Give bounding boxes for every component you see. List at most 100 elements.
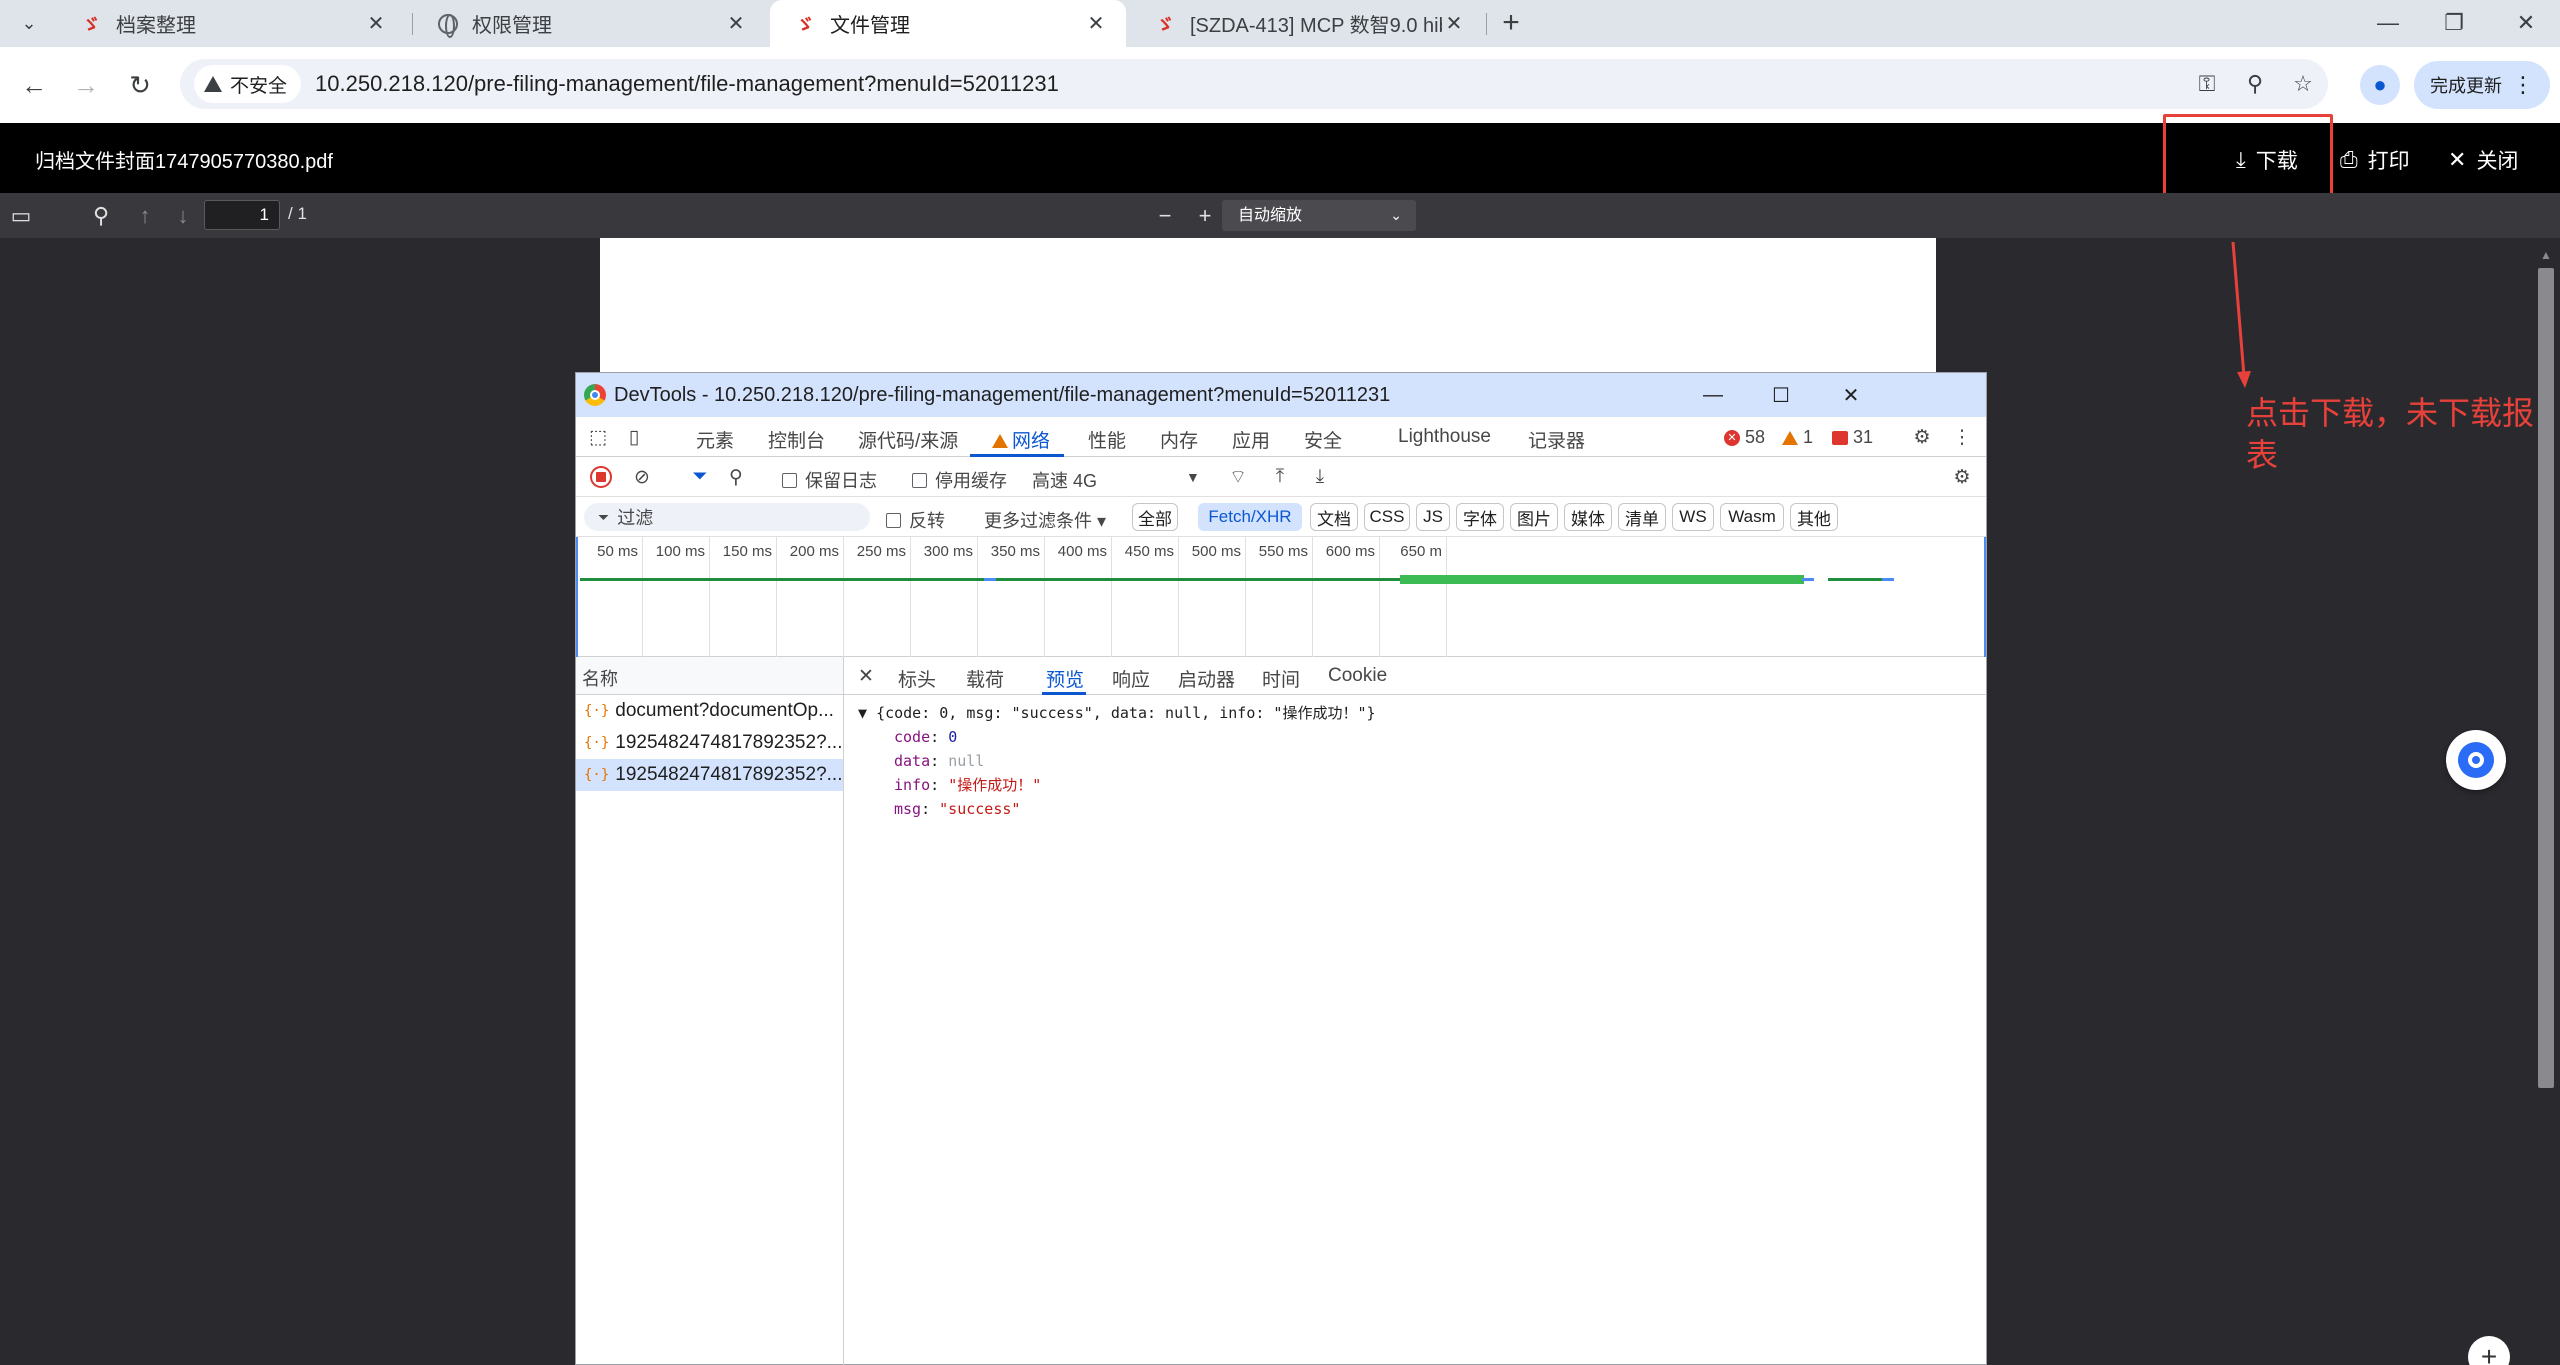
browser-tab-3[interactable]: ゞ 文件管理 ✕ [770, 0, 1126, 47]
filter-chip-js[interactable]: JS [1416, 503, 1450, 531]
site-security-chip[interactable]: 不安全 [194, 65, 302, 103]
detail-tab-timing[interactable]: 时间 [1262, 665, 1300, 692]
invert-checkbox[interactable]: 反转 [886, 507, 945, 533]
filter-chip-font[interactable]: 字体 [1456, 503, 1504, 531]
detail-tab-preview[interactable]: 预览 [1046, 665, 1084, 692]
request-row[interactable]: {·} 1925482474817892352?... [576, 727, 843, 759]
omnibox[interactable]: 不安全 10.250.218.120/pre-filing-management… [180, 59, 2328, 109]
filter-chip-wasm[interactable]: Wasm [1720, 503, 1784, 531]
devtools-tab-sources[interactable]: 源代码/来源 [858, 426, 958, 453]
key-icon[interactable]: ⚿ [2192, 69, 2222, 99]
filter-chip-ws[interactable]: WS [1672, 503, 1714, 531]
filter-chip-fetch-xhr[interactable]: Fetch/XHR [1198, 503, 1302, 531]
pdf-close-button[interactable]: ✕ 关闭 [2448, 145, 2518, 175]
url-text[interactable]: 10.250.218.120/pre-filing-management/fil… [315, 71, 1059, 97]
detail-tab-cookie[interactable]: Cookie [1328, 665, 1387, 687]
preserve-log-checkbox[interactable]: 保留日志 [782, 467, 877, 493]
browser-tab-2[interactable]: 权限管理 ✕ [414, 0, 766, 47]
search-icon[interactable]: ⚲ [722, 463, 750, 491]
stop-recording-button[interactable] [590, 466, 612, 488]
more-filters-dropdown[interactable]: 更多过滤条件 ▾ [984, 507, 1106, 533]
browser-tab-1[interactable]: ゞ 档案整理 ✕ [56, 0, 406, 47]
scrollbar-thumb[interactable] [2538, 268, 2554, 1088]
detail-tab-initiator[interactable]: 启动器 [1178, 665, 1235, 692]
devtools-minimize-button[interactable]: — [1688, 379, 1738, 411]
network-timeline[interactable]: 50 ms 100 ms 150 ms 200 ms 250 ms 300 ms 350 m… [576, 537, 1986, 657]
scroll-up-icon[interactable]: ▲ [2540, 248, 2552, 262]
print-button[interactable]: ⎙ 打印 [2340, 145, 2410, 175]
devtools-tab-security[interactable]: 安全 [1304, 426, 1342, 453]
upload-icon[interactable]: ⤒ [1266, 463, 1294, 491]
download-icon[interactable]: ⤓ [1306, 463, 1334, 491]
request-list-header[interactable]: 名称 [576, 657, 843, 695]
close-icon[interactable]: ✕ [724, 11, 748, 36]
filter-chip-media[interactable]: 媒体 [1564, 503, 1612, 531]
network-conditions-icon[interactable]: ⌔ [1224, 463, 1252, 491]
zoom-select[interactable]: 自动缩放 ⌄ [1222, 200, 1416, 231]
close-icon[interactable]: ✕ [1442, 11, 1466, 36]
request-row-selected[interactable]: {·} 1925482474817892352?... [576, 759, 843, 791]
devtools-maximize-button[interactable]: ☐ [1756, 379, 1806, 411]
arrow-down-icon[interactable]: ↓ [168, 201, 198, 231]
assistant-float-button[interactable] [2446, 730, 2506, 790]
close-icon[interactable]: ✕ [1084, 11, 1108, 36]
gear-icon[interactable]: ⚙ [1908, 423, 1936, 451]
restore-button[interactable]: ❐ [2424, 4, 2484, 42]
arrow-up-icon[interactable]: ↑ [130, 201, 160, 231]
devtools-tab-lighthouse[interactable]: Lighthouse [1398, 426, 1491, 448]
zoom-out-icon[interactable]: − [1150, 201, 1180, 231]
detail-tab-response[interactable]: 响应 [1112, 665, 1150, 692]
browser-tab-4[interactable]: ゞ [SZDA-413] MCP 数智9.0 hibi ✕ [1130, 0, 1484, 47]
devtools-tab-application[interactable]: 应用 [1232, 426, 1270, 453]
message-count-badge[interactable]: 31 [1832, 427, 1873, 448]
json-preview[interactable]: ▼ {code: 0, msg: "success", data: null, … [844, 695, 1986, 821]
gear-icon[interactable]: ⚙ [1948, 463, 1976, 491]
tab-search-button[interactable]: ⌄ [12, 8, 46, 38]
filter-chip-all[interactable]: 全部 [1132, 503, 1178, 531]
minimize-button[interactable]: — [2358, 4, 2418, 42]
update-button[interactable]: 完成更新 ⋮ [2414, 61, 2550, 109]
devtools-close-button[interactable]: ✕ [1826, 379, 1876, 411]
reload-button[interactable]: ↻ [122, 67, 158, 103]
close-icon[interactable]: ✕ [364, 11, 388, 36]
back-button[interactable]: ← [16, 67, 52, 103]
request-row[interactable]: {·} document?documentOp... [576, 695, 843, 727]
devtools-tab-recorder[interactable]: 记录器 [1528, 426, 1585, 453]
filter-chip-img[interactable]: 图片 [1510, 503, 1558, 531]
devtools-tab-network[interactable]: 网络 [992, 426, 1050, 453]
profile-avatar[interactable]: ● [2360, 65, 2400, 105]
filter-input[interactable]: ⏷ 过滤 [584, 503, 870, 531]
search-icon[interactable]: ⚲ [86, 201, 116, 231]
device-toolbar-icon[interactable]: ▯ [620, 423, 648, 451]
sidebar-toggle-icon[interactable]: ▭ [6, 201, 36, 231]
devtools-tab-elements[interactable]: 元素 [696, 426, 734, 453]
filter-chip-other[interactable]: 其他 [1790, 503, 1838, 531]
filter-chip-css[interactable]: CSS [1364, 503, 1410, 531]
chevron-down-icon: ⌄ [1390, 207, 1402, 223]
detail-tab-headers[interactable]: 标头 [898, 665, 936, 692]
inspect-element-icon[interactable]: ⬚ [584, 423, 612, 451]
json-value: "操作成功！" [948, 776, 1042, 794]
devtools-tab-console[interactable]: 控制台 [768, 426, 825, 453]
throttling-select[interactable]: 高速 4G [1032, 467, 1097, 493]
more-vert-icon[interactable]: ⋮ [1948, 423, 1976, 451]
devtools-tab-performance[interactable]: 性能 [1088, 426, 1126, 453]
error-count-badge[interactable]: ✕ 58 [1724, 427, 1765, 448]
zoom-in-icon[interactable]: + [1190, 201, 1220, 231]
forward-button[interactable]: → [68, 67, 104, 103]
disable-cache-checkbox[interactable]: 停用缓存 [912, 467, 1007, 493]
json-summary-row[interactable]: ▼ {code: 0, msg: "success", data: null, … [858, 701, 1986, 725]
filter-chip-manifest[interactable]: 清单 [1618, 503, 1666, 531]
warning-count-badge[interactable]: 1 [1782, 427, 1813, 448]
zoom-icon[interactable]: ⚲ [2240, 69, 2270, 99]
close-detail-button[interactable]: ✕ [858, 665, 874, 688]
clear-icon[interactable]: ⊘ [628, 463, 656, 491]
new-tab-button[interactable]: + [1494, 6, 1528, 40]
star-icon[interactable]: ☆ [2288, 69, 2318, 99]
window-close-button[interactable]: ✕ [2496, 4, 2556, 42]
detail-tab-payload[interactable]: 载荷 [966, 665, 1004, 692]
filter-chip-doc[interactable]: 文档 [1310, 503, 1358, 531]
page-number-input[interactable]: 1 [204, 200, 280, 230]
filter-icon[interactable]: ⏷ [686, 463, 714, 491]
devtools-tab-memory[interactable]: 内存 [1160, 426, 1198, 453]
